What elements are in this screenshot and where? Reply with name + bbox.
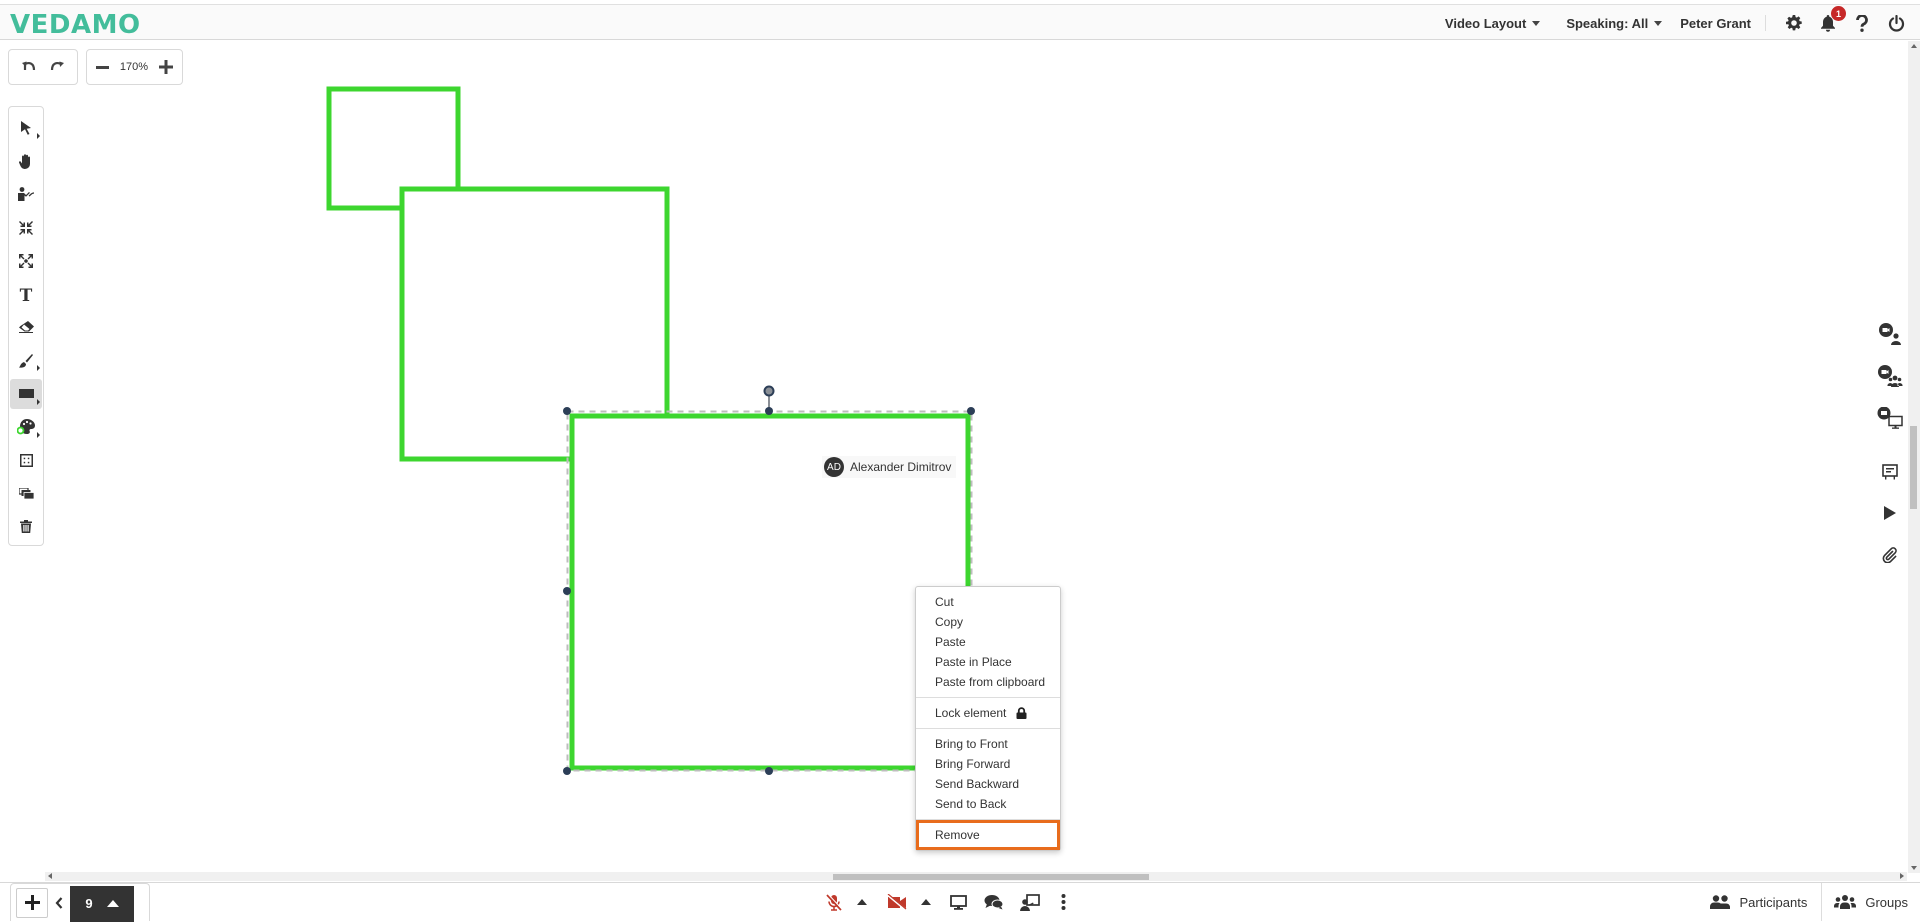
vertical-scroll-thumb[interactable]	[1910, 426, 1917, 509]
menu-item-lock-element[interactable]: Lock element	[916, 703, 1060, 723]
rail-video-single[interactable]	[1870, 320, 1910, 350]
context-menu: Cut Copy Paste Paste in Place Paste from…	[915, 586, 1061, 851]
plus-icon	[24, 895, 40, 910]
users-icon	[1710, 895, 1731, 909]
current-page-number: 9	[85, 896, 93, 911]
presenter-board-icon	[1020, 893, 1040, 911]
add-page-button[interactable]	[16, 887, 48, 918]
camera-toggle[interactable]	[882, 883, 912, 921]
resize-handle-nw[interactable]	[563, 407, 571, 415]
caret-up-icon	[106, 900, 119, 907]
camera-options-button[interactable]	[912, 883, 940, 921]
owner-name: Alexander Dimitrov	[850, 460, 952, 474]
paperclip-icon	[1882, 547, 1897, 563]
board-icon	[1882, 464, 1898, 480]
menu-item-bring-to-front[interactable]: Bring to Front	[916, 734, 1060, 754]
camera-off-icon	[887, 894, 907, 910]
participants-button[interactable]: Participants	[1690, 883, 1821, 921]
bottom-right-controls: Participants Groups	[1690, 883, 1920, 921]
menu-item-cut[interactable]: Cut	[916, 592, 1060, 612]
bottom-bar: 9 Participants Groups	[0, 882, 1920, 922]
horizontal-scrollbar[interactable]	[45, 872, 1907, 881]
chat-button[interactable]	[976, 883, 1012, 921]
camera-person-icon	[1879, 323, 1901, 345]
presenter-mode-button[interactable]	[1012, 883, 1048, 921]
caret-up-icon	[921, 899, 931, 905]
previous-page-button[interactable]	[48, 888, 70, 918]
shape-owner-label: AD Alexander Dimitrov	[822, 456, 957, 478]
lock-element-label: Lock element	[935, 706, 1007, 720]
rail-attachments[interactable]	[1870, 540, 1910, 570]
resize-handle-n[interactable]	[765, 407, 773, 415]
chat-icon	[984, 895, 1004, 910]
menu-item-paste-from-clipboard[interactable]: Paste from clipboard	[916, 672, 1060, 692]
microphone-toggle[interactable]	[820, 883, 848, 921]
avatar: AD	[824, 457, 844, 477]
scroll-left-arrow-icon[interactable]	[48, 873, 52, 879]
menu-item-remove[interactable]: Remove	[916, 820, 1060, 850]
camera-screen-icon	[1877, 407, 1903, 429]
lock-icon	[1016, 707, 1027, 719]
rail-play[interactable]	[1870, 498, 1910, 528]
chevron-left-icon	[55, 896, 63, 909]
scroll-up-arrow-icon[interactable]	[1911, 44, 1917, 48]
groups-label: Groups	[1865, 894, 1908, 910]
horizontal-scroll-thumb[interactable]	[833, 874, 1149, 880]
menu-divider	[916, 697, 1060, 698]
menu-divider	[916, 728, 1060, 729]
menu-item-paste-in-place[interactable]: Paste in Place	[916, 652, 1060, 672]
groups-icon	[1834, 895, 1857, 909]
screen-share-button[interactable]	[940, 883, 976, 921]
groups-button[interactable]: Groups	[1821, 883, 1920, 921]
camera-group-icon	[1878, 365, 1903, 387]
scroll-right-arrow-icon[interactable]	[1900, 873, 1904, 879]
vertical-scrollbar[interactable]	[1908, 41, 1920, 873]
page-navigation: 9	[10, 883, 150, 922]
menu-item-bring-forward[interactable]: Bring Forward	[916, 754, 1060, 774]
rail-video-screen[interactable]	[1870, 404, 1910, 434]
play-icon	[1884, 506, 1896, 520]
menu-item-send-backward[interactable]: Send Backward	[916, 774, 1060, 794]
resize-handle-sw[interactable]	[563, 767, 571, 775]
menu-item-send-to-back[interactable]: Send to Back	[916, 794, 1060, 814]
caret-up-icon	[857, 899, 867, 905]
rotation-handle[interactable]	[763, 385, 775, 397]
media-controls	[820, 883, 1078, 921]
resize-handle-s[interactable]	[765, 767, 773, 775]
participants-label: Participants	[1739, 894, 1808, 910]
microphone-muted-icon	[826, 893, 842, 911]
menu-item-copy[interactable]: Copy	[916, 612, 1060, 632]
resize-handle-w[interactable]	[563, 587, 571, 595]
more-vertical-icon	[1061, 894, 1065, 910]
microphone-options-button[interactable]	[848, 883, 876, 921]
rail-video-group[interactable]	[1870, 362, 1910, 392]
page-selector[interactable]: 9	[70, 885, 134, 922]
scroll-down-arrow-icon[interactable]	[1911, 866, 1917, 870]
resize-handle-ne[interactable]	[967, 407, 975, 415]
monitor-icon	[949, 894, 967, 910]
rail-whiteboard[interactable]	[1870, 457, 1910, 487]
more-options-button[interactable]	[1048, 883, 1078, 921]
menu-item-paste[interactable]: Paste	[916, 632, 1060, 652]
